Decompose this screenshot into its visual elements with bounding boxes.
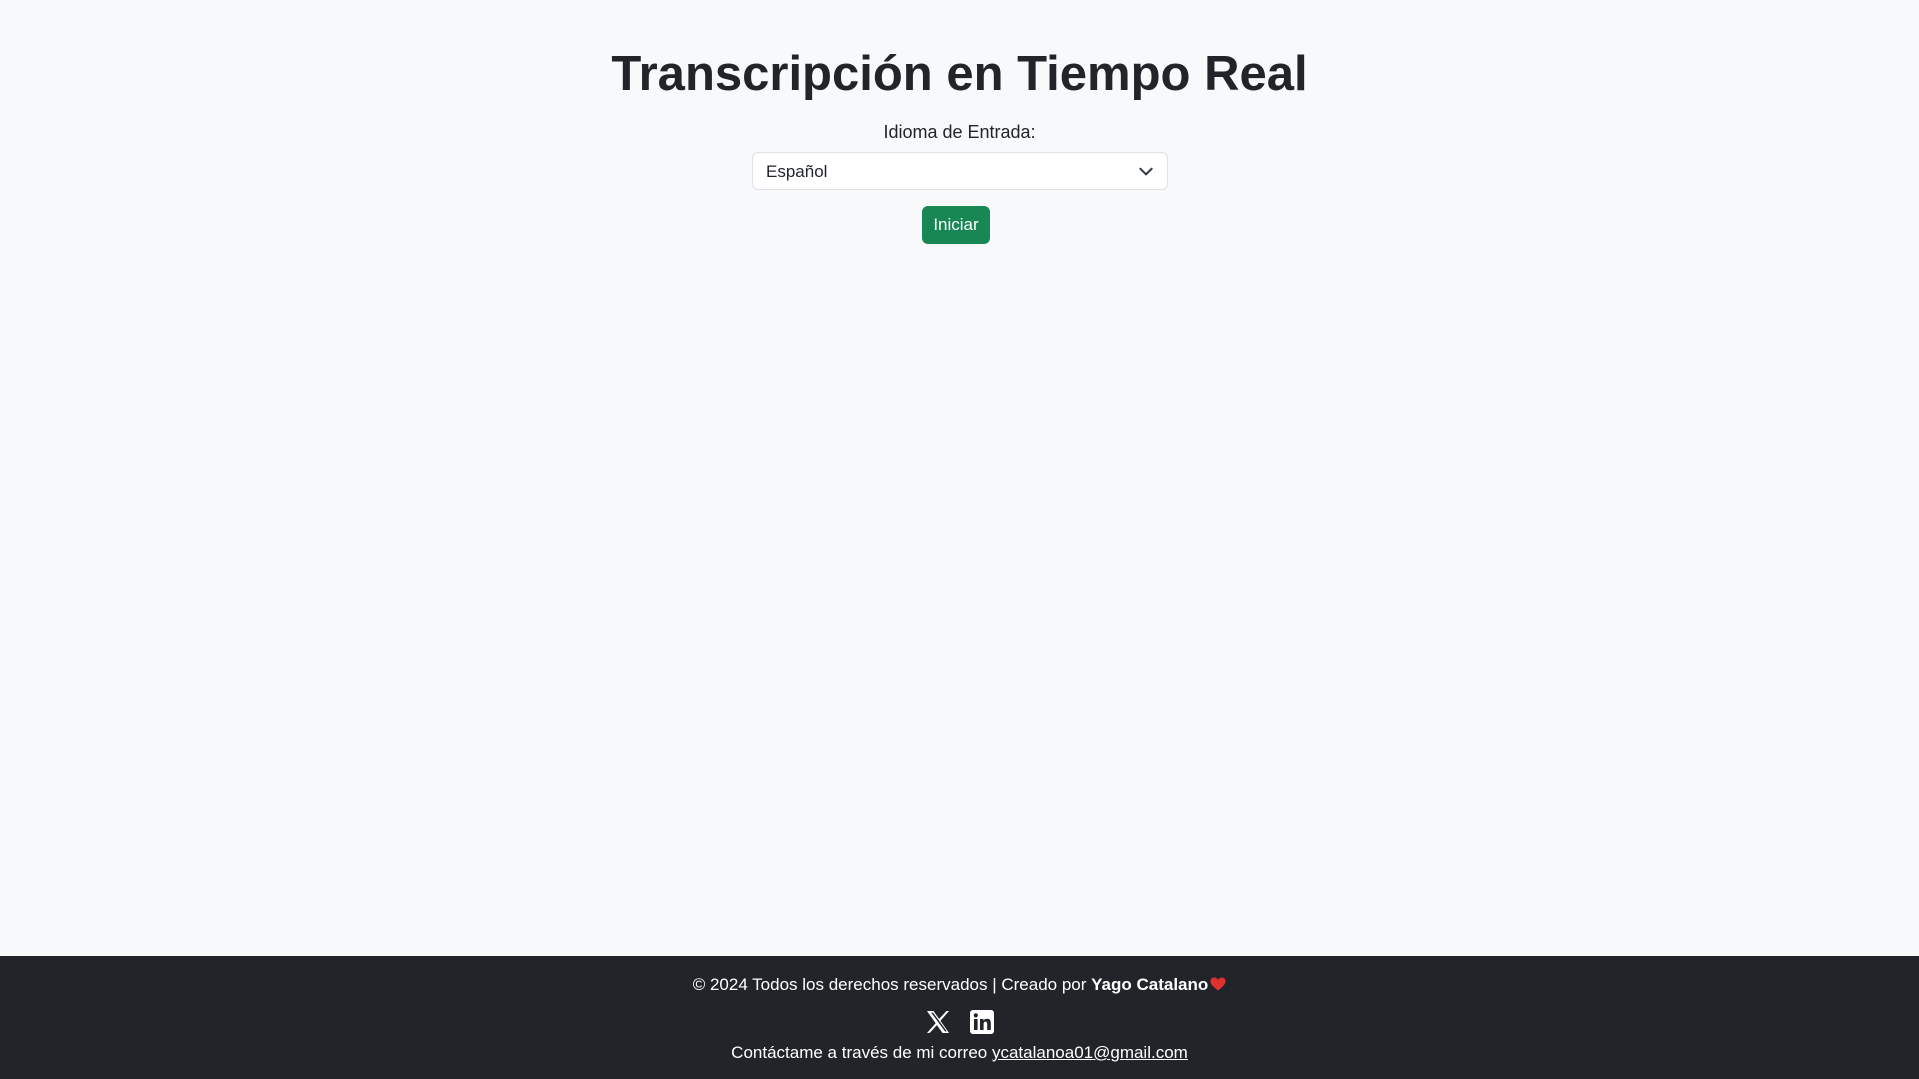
language-select[interactable]: Español [752, 152, 1168, 190]
contact-text: Contáctame a través de mi correo [731, 1043, 988, 1062]
x-icon[interactable] [924, 1008, 952, 1036]
footer: © 2024 Todos los derechos reservados | C… [0, 956, 1919, 1079]
page-title: Transcripción en Tiempo Real [611, 47, 1308, 101]
chevron-down-icon [1139, 167, 1153, 176]
linkedin-icon[interactable] [968, 1008, 996, 1036]
language-select-value: Español [766, 162, 828, 181]
copyright-text: © 2024 Todos los derechos reservados | C… [692, 975, 1087, 994]
author-name: Yago Catalano [1091, 975, 1209, 994]
page: Transcripción en Tiempo Real Idioma de E… [0, 0, 1919, 1079]
heart-icon [1210, 977, 1226, 991]
start-button[interactable]: Iniciar [922, 206, 990, 244]
copyright-line: © 2024 Todos los derechos reservados | C… [0, 974, 1919, 996]
contact-line: Contáctame a través de mi correo ycatala… [0, 1042, 1919, 1064]
social-links [0, 1008, 1919, 1036]
language-label: Idioma de Entrada: [883, 122, 1036, 142]
email-link[interactable]: ycatalanoa01@gmail.com [992, 1043, 1188, 1062]
main-content: Transcripción en Tiempo Real Idioma de E… [0, 0, 1919, 956]
